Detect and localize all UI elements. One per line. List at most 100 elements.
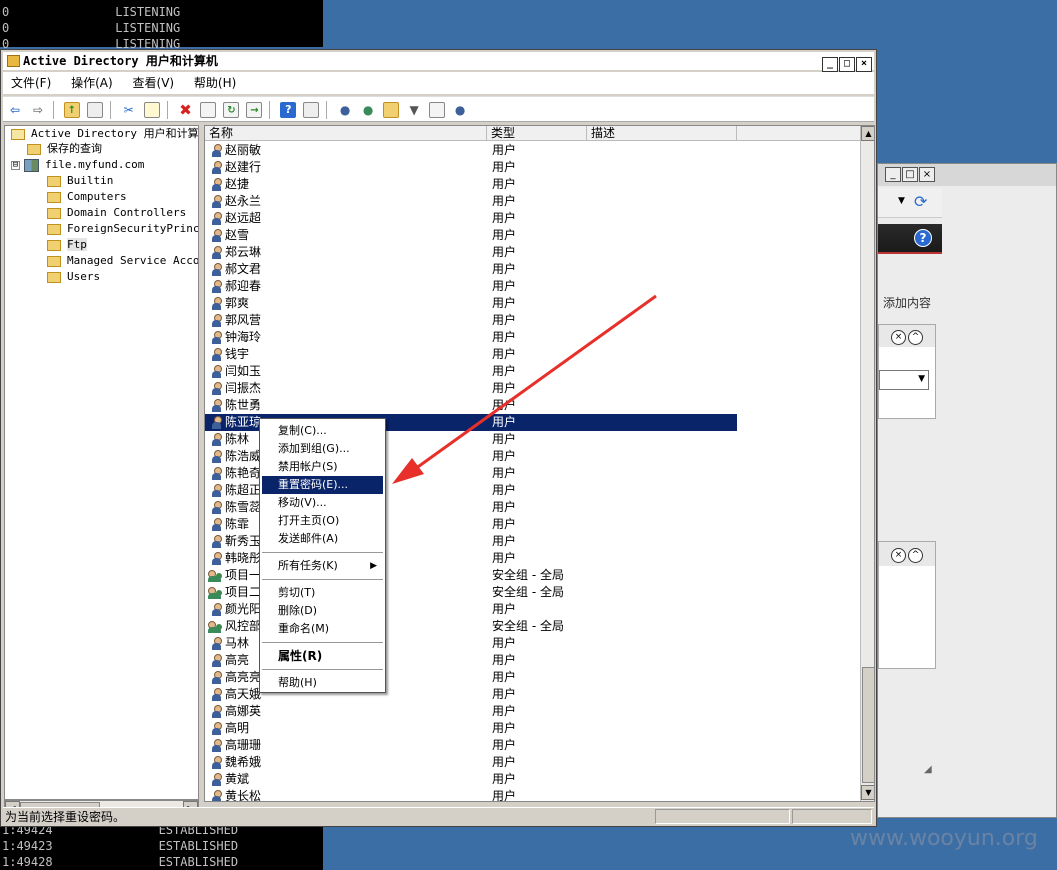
tree-root[interactable]: Active Directory 用户和计算机 [11, 126, 198, 142]
delete-icon[interactable]: ✖ [177, 102, 193, 118]
menu-help[interactable]: 帮助(H) [194, 72, 236, 94]
table-row[interactable]: 高珊珊 用户 [205, 737, 737, 754]
collapse-circle-icon[interactable]: ^ [908, 548, 923, 563]
context-menu-item[interactable]: 重置密码(E)... [262, 476, 383, 494]
context-menu-item[interactable]: 复制(C)... [262, 422, 383, 440]
add-to-group-icon[interactable]: ● [452, 102, 468, 118]
export-icon[interactable]: → [246, 102, 263, 118]
properties-icon[interactable] [200, 102, 217, 118]
refresh-icon[interactable]: ↻ [223, 102, 240, 118]
table-row[interactable]: 黄长松 用户 [205, 788, 737, 801]
resize-grip-icon[interactable]: ◢ [924, 764, 938, 778]
close-circle-icon[interactable]: × [891, 330, 906, 345]
context-menu-item[interactable]: 移动(V)... [262, 494, 383, 512]
menu-view[interactable]: 查看(V) [133, 72, 175, 94]
show-hide-tree-icon[interactable] [86, 102, 103, 118]
tree-item-managed-service-accounts[interactable]: Managed Service Accour [47, 253, 198, 269]
background-dropdown[interactable]: ▼ [879, 370, 929, 390]
context-menu-item[interactable]: 剪切(T) [262, 584, 383, 602]
row-name: 高娜英 [225, 704, 262, 718]
context-menu-item[interactable]: 属性(R) [262, 647, 383, 665]
row-type: 用户 [492, 330, 517, 344]
table-row[interactable]: 郭爽 用户 [205, 295, 737, 312]
table-row[interactable]: 高明 用户 [205, 720, 737, 737]
dropdown-arrow-icon[interactable]: ▼ [898, 196, 905, 206]
column-header-name[interactable]: 名称 [205, 126, 487, 141]
scrollbar-thumb[interactable] [862, 667, 874, 783]
new-ou-icon[interactable] [383, 102, 400, 118]
table-row[interactable]: 黄斌 用户 [205, 771, 737, 788]
column-header-description[interactable]: 描述 [587, 126, 737, 141]
background-window[interactable]: _ □ × ▼ ⟳ ? 添加内容 × ^ ▼ × ^ ◢ [877, 163, 1057, 818]
table-row[interactable]: 高娜英 用户 [205, 703, 737, 720]
table-row[interactable]: 赵雪 用户 [205, 227, 737, 244]
table-row[interactable]: 郑云琳 用户 [205, 244, 737, 261]
scroll-up-icon[interactable]: ▲ [861, 126, 874, 141]
maximize-button[interactable]: □ [839, 57, 855, 72]
filter-icon[interactable]: ▼ [406, 102, 422, 118]
close-icon[interactable]: × [919, 167, 935, 182]
table-row[interactable]: 郭风营 用户 [205, 312, 737, 329]
back-arrow-icon[interactable]: ⇦ [7, 102, 23, 118]
context-menu-item[interactable]: 帮助(H) [262, 674, 383, 692]
row-type: 用户 [492, 636, 517, 650]
menu-action[interactable]: 操作(A) [71, 72, 113, 94]
add-content-label[interactable]: 添加内容 [883, 294, 931, 311]
table-row[interactable]: 赵永兰 用户 [205, 193, 737, 210]
table-row[interactable]: 赵捷 用户 [205, 176, 737, 193]
new-group-icon[interactable]: ● [360, 102, 376, 118]
minimize-icon[interactable]: _ [885, 167, 901, 182]
user-icon [211, 314, 222, 327]
tree-item-domain-controllers[interactable]: Domain Controllers [47, 205, 186, 221]
collapse-icon[interactable]: ⊟ [11, 160, 20, 170]
user-icon [211, 654, 222, 667]
tree-item-ftp[interactable]: Ftp [47, 237, 87, 253]
close-circle-icon[interactable]: × [891, 548, 906, 563]
row-type: 用户 [492, 177, 517, 191]
table-row[interactable]: 赵建行 用户 [205, 159, 737, 176]
tree-item-users[interactable]: Users [47, 269, 100, 285]
row-name: 闫如玉 [225, 364, 262, 378]
table-row[interactable]: 闫振杰 用户 [205, 380, 737, 397]
tree-item-computers[interactable]: Computers [47, 189, 127, 205]
scroll-down-icon[interactable]: ▼ [861, 785, 874, 800]
table-row[interactable]: 赵远超 用户 [205, 210, 737, 227]
table-row[interactable]: 陈世勇 用户 [205, 397, 737, 414]
context-menu-item[interactable]: 禁用帐户(S) [262, 458, 383, 476]
context-menu-item[interactable]: 所有任务(K) ▶ [262, 557, 383, 575]
list-vertical-scrollbar[interactable]: ▲ ▼ [860, 126, 874, 801]
context-menu-item[interactable]: 发送邮件(A) [262, 530, 383, 548]
table-row[interactable]: 钱宇 用户 [205, 346, 737, 363]
context-menu-item[interactable]: 重命名(M) [262, 620, 383, 638]
tree-domain[interactable]: ⊟ file.myfund.com [11, 157, 144, 173]
help-icon[interactable]: ? [914, 229, 932, 247]
find-icon[interactable] [429, 102, 446, 118]
context-menu-item[interactable]: 删除(D) [262, 602, 383, 620]
up-folder-icon[interactable]: ↑ [63, 102, 80, 118]
cut-icon[interactable]: ✂ [121, 102, 137, 118]
context-menu-item[interactable]: 添加到组(G)... [262, 440, 383, 458]
column-header-type[interactable]: 类型 [487, 126, 587, 141]
collapse-circle-icon[interactable]: ^ [908, 330, 923, 345]
minimize-button[interactable]: _ [822, 57, 838, 72]
table-row[interactable]: 钟海玲 用户 [205, 329, 737, 346]
forward-arrow-icon[interactable]: ⇨ [30, 102, 46, 118]
toolbar-divider [269, 101, 271, 119]
table-row[interactable]: 赵丽敏 用户 [205, 142, 737, 159]
menu-file[interactable]: 文件(F) [11, 72, 51, 94]
tree-item-builtin[interactable]: Builtin [47, 173, 113, 189]
new-user-icon[interactable]: ● [337, 102, 353, 118]
help-icon[interactable]: ? [280, 102, 297, 118]
table-row[interactable]: 魏希娥 用户 [205, 754, 737, 771]
tree-saved-queries[interactable]: 保存的查询 [27, 141, 102, 157]
close-button[interactable]: × [856, 57, 872, 72]
tree-item-foreign-security-principals[interactable]: ForeignSecurityPrincip [47, 221, 198, 237]
table-row[interactable]: 郝文君 用户 [205, 261, 737, 278]
maximize-icon[interactable]: □ [902, 167, 918, 182]
table-row[interactable]: 郝迎春 用户 [205, 278, 737, 295]
console-icon[interactable] [303, 102, 320, 118]
refresh-icon[interactable]: ⟳ [914, 192, 927, 211]
copy-icon[interactable] [143, 102, 160, 118]
table-row[interactable]: 闫如玉 用户 [205, 363, 737, 380]
context-menu-item[interactable]: 打开主页(O) [262, 512, 383, 530]
